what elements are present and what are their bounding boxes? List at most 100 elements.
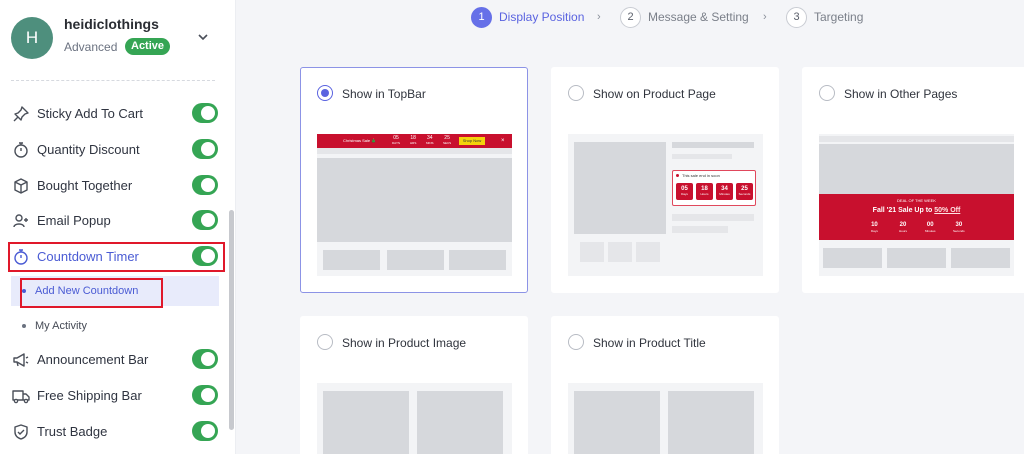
mock-image xyxy=(668,391,754,454)
toggle-bought-together[interactable] xyxy=(192,175,218,195)
timer-cell: 34 MINS xyxy=(426,135,434,145)
sidebar-item-sticky-add-to-cart[interactable]: Sticky Add To Cart xyxy=(11,98,221,130)
alert-icon xyxy=(676,174,679,177)
countdown-notice: This sale end in soon xyxy=(682,173,720,178)
sidebar-item-label: Email Popup xyxy=(37,213,111,228)
radio-other-pages[interactable] xyxy=(819,85,835,101)
promo-text: Christmas Sale 🎄 xyxy=(343,138,377,143)
timer-cell: 25 SECS xyxy=(443,135,452,145)
sidebar-item-bought-together[interactable]: Bought Together xyxy=(11,170,221,202)
sidebar-subitem-my-activity[interactable]: My Activity xyxy=(11,311,219,341)
shop-now-button: Shop Now xyxy=(459,137,485,145)
sidebar-item-free-shipping-bar[interactable]: Free Shipping Bar xyxy=(11,380,221,412)
timer-cell: 34 Minutes xyxy=(716,183,733,200)
toggle-email-popup[interactable] xyxy=(192,210,218,230)
pin-icon xyxy=(13,106,29,122)
mock-line xyxy=(672,142,754,148)
card-label: Show in Product Title xyxy=(593,336,706,350)
timer-cell: 10 Days xyxy=(871,222,878,233)
card-label: Show in Other Pages xyxy=(844,87,958,101)
sidebar-item-announcement-bar[interactable]: Announcement Bar xyxy=(11,344,221,376)
radio-product-page[interactable] xyxy=(568,85,584,101)
option-card-other-pages[interactable]: Show in Other Pages DEAL OF THE WEEK Fal… xyxy=(802,67,1024,293)
toggle-free-shipping-bar[interactable] xyxy=(192,385,218,405)
preview-product-image xyxy=(317,383,512,454)
plan-label: Advanced xyxy=(64,40,118,54)
step-label: Display Position xyxy=(499,10,585,24)
status-badge: Active xyxy=(125,38,171,55)
option-card-product-image[interactable]: Show in Product Image xyxy=(300,316,528,454)
chevron-right-icon: › xyxy=(597,11,601,23)
sidebar-item-quantity-discount[interactable]: Quantity Discount xyxy=(11,134,221,166)
sidebar: H heidiclothings Advanced Active Sticky … xyxy=(0,0,236,454)
step-message-setting[interactable]: 2 Message & Setting xyxy=(620,6,749,28)
sidebar-item-email-popup[interactable]: Email Popup xyxy=(11,205,221,237)
timer-cell: 20 Hours xyxy=(899,222,908,233)
timer-cell: 25 Seconds xyxy=(736,183,753,200)
radio-topbar[interactable] xyxy=(317,85,333,101)
preview-topbar: Christmas Sale 🎄 05 DAYS 18 HRS 34 MINS 25 S… xyxy=(317,134,512,276)
toggle-quantity-discount[interactable] xyxy=(192,139,218,159)
toggle-sticky-add-to-cart[interactable] xyxy=(192,103,218,123)
banner-headline: Fall '21 Sale Up to 50% Off xyxy=(872,207,961,214)
mock-thumb xyxy=(636,242,660,262)
sidebar-item-label: Announcement Bar xyxy=(37,352,149,367)
mock-thumb xyxy=(608,242,632,262)
toggle-trust-badge[interactable] xyxy=(192,421,218,441)
step-number: 1 xyxy=(471,6,492,28)
avatar: H xyxy=(11,17,53,59)
megaphone-icon xyxy=(13,353,29,367)
radio-product-title[interactable] xyxy=(568,334,584,350)
step-targeting[interactable]: 3 Targeting xyxy=(786,6,863,28)
sidebar-item-label: Sticky Add To Cart xyxy=(37,106,143,121)
mock-block xyxy=(887,248,946,268)
divider xyxy=(11,80,215,81)
box-icon xyxy=(14,178,28,194)
timer-cell: 00 Minutes xyxy=(925,222,936,233)
mock-nav xyxy=(317,148,512,154)
toggle-announcement-bar[interactable] xyxy=(192,349,218,369)
store-switcher[interactable]: H heidiclothings Advanced Active xyxy=(11,15,226,65)
mock-block xyxy=(387,250,444,270)
shield-icon xyxy=(14,424,28,440)
truck-icon xyxy=(12,390,30,404)
mock-hero xyxy=(317,158,512,242)
timer-cell: 05 DAYS xyxy=(392,135,400,145)
chevron-down-icon[interactable] xyxy=(197,31,209,43)
timer-cell: 18 Hours xyxy=(696,183,713,200)
mock-image xyxy=(574,142,666,234)
step-number: 3 xyxy=(786,6,807,28)
timer-cell: 30 Seconds xyxy=(953,222,965,233)
sidebar-item-label: Trust Badge xyxy=(37,424,108,439)
timer-cell: 05 Days xyxy=(676,183,693,200)
close-icon: × xyxy=(501,138,505,144)
scrollbar[interactable] xyxy=(229,210,234,430)
preview-product-page: This sale end in soon 05 Days 18 Hours 34 M… xyxy=(568,134,763,276)
mock-line xyxy=(672,226,728,233)
mock-block xyxy=(823,248,882,268)
mock-block xyxy=(323,250,380,270)
option-card-product-title[interactable]: Show in Product Title xyxy=(551,316,779,454)
step-display-position[interactable]: 1 Display Position xyxy=(471,6,584,28)
mock-image xyxy=(323,391,409,454)
mock-image xyxy=(417,391,503,454)
countdown-widget: This sale end in soon 05 Days 18 Hours 34 M… xyxy=(672,170,756,206)
mock-nav xyxy=(819,136,1014,142)
sidebar-item-label: Bought Together xyxy=(37,178,133,193)
sidebar-item-trust-badge[interactable]: Trust Badge xyxy=(11,416,221,448)
radio-product-image[interactable] xyxy=(317,334,333,350)
sidebar-item-label: Free Shipping Bar xyxy=(37,388,142,403)
mock-line xyxy=(672,214,754,221)
banner-eyebrow: DEAL OF THE WEEK xyxy=(897,198,936,203)
preview-other-pages: DEAL OF THE WEEK Fall '21 Sale Up to 50%… xyxy=(819,134,1014,276)
step-label: Message & Setting xyxy=(648,10,749,24)
mock-thumb xyxy=(580,242,604,262)
timer-cell: 18 HRS xyxy=(410,135,417,145)
step-label: Targeting xyxy=(814,10,864,24)
sidebar-item-label: Quantity Discount xyxy=(37,142,140,157)
option-card-topbar[interactable]: Show in TopBar Christmas Sale 🎄 05 DAYS 1… xyxy=(300,67,528,293)
option-card-product-page[interactable]: Show on Product Page This sale end in so… xyxy=(551,67,779,293)
highlight-box xyxy=(8,242,225,272)
card-label: Show on Product Page xyxy=(593,87,716,101)
mock-image xyxy=(574,391,660,454)
